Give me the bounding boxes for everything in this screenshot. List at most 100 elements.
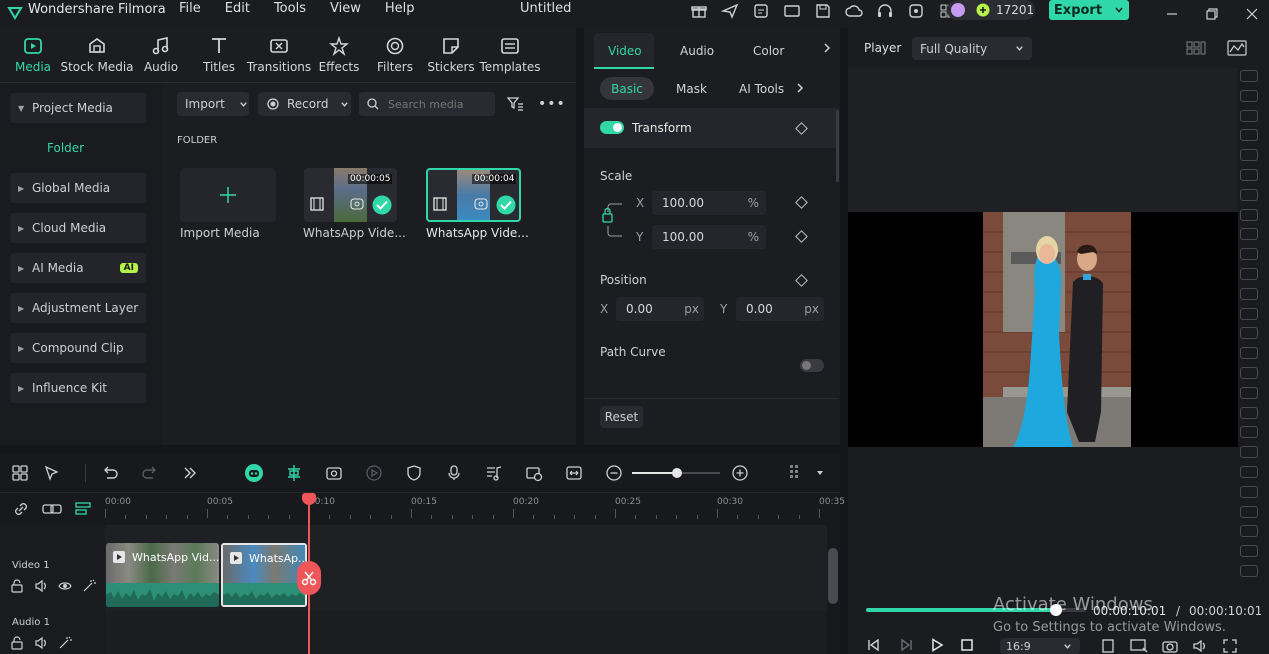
eye-icon[interactable]: [58, 579, 72, 593]
mute-track-icon[interactable]: [34, 636, 48, 650]
snapshot-icon[interactable]: [1162, 638, 1178, 654]
group-icon[interactable]: [42, 500, 62, 518]
import-media-tile[interactable]: [180, 168, 276, 222]
mark-icon[interactable]: [1100, 638, 1116, 654]
lock-track-icon[interactable]: [10, 636, 24, 650]
scale-x-field[interactable]: 100.00 %: [652, 191, 766, 215]
ai-effect-icon[interactable]: [324, 463, 344, 483]
chevron-right-icon[interactable]: [822, 42, 832, 54]
sidebar-item-ai-media[interactable]: ▶ AI Media AI: [10, 253, 146, 283]
save-icon[interactable]: [814, 2, 832, 20]
sidebar-item-influence-kit[interactable]: ▶ Influence Kit: [10, 373, 146, 403]
layout-icon[interactable]: [10, 463, 30, 483]
redo-icon[interactable]: [140, 463, 160, 483]
link-lock-icon[interactable]: [600, 196, 626, 244]
media-item-2[interactable]: 00:00:04: [426, 168, 521, 222]
reset-button[interactable]: Reset: [600, 406, 643, 428]
subtab-ai-tools[interactable]: AI Tools: [739, 82, 784, 96]
magic-icon[interactable]: [58, 636, 72, 650]
sidebar-item-folder[interactable]: Folder: [47, 141, 84, 155]
microphone-icon[interactable]: [444, 463, 464, 483]
media-item-1[interactable]: 00:00:05: [304, 168, 397, 222]
play-icon[interactable]: [930, 638, 944, 652]
tab-color[interactable]: Color: [753, 44, 784, 58]
credits-badge[interactable]: 17201: [947, 0, 1035, 20]
auto-play-icon[interactable]: [364, 463, 384, 483]
import-dropdown[interactable]: Import: [177, 92, 249, 116]
lock-track-icon[interactable]: [10, 579, 24, 593]
sidebar-item-global-media[interactable]: ▶ Global Media: [10, 173, 146, 203]
search-input[interactable]: [388, 97, 493, 111]
tool-transitions[interactable]: Transitions: [247, 30, 311, 80]
headset-icon[interactable]: [876, 2, 894, 20]
caret-down-icon[interactable]: [816, 469, 824, 477]
restore-button[interactable]: [1192, 0, 1232, 28]
aspect-ratio-dropdown[interactable]: 16:9: [1000, 638, 1080, 654]
stop-icon[interactable]: [960, 638, 974, 652]
send-icon[interactable]: [721, 2, 739, 20]
quality-dropdown[interactable]: Full Quality: [912, 37, 1032, 60]
record-dropdown[interactable]: Record: [258, 92, 351, 116]
menu-view[interactable]: View: [330, 1, 361, 16]
notification-icon[interactable]: [907, 2, 925, 20]
export-button[interactable]: Export: [1049, 0, 1129, 20]
sidebar-item-cloud-media[interactable]: ▶ Cloud Media: [10, 213, 146, 243]
timeline-vertical-scrollbar[interactable]: [828, 548, 838, 604]
snap-icon[interactable]: [284, 463, 304, 483]
tool-templates[interactable]: Templates: [479, 30, 541, 80]
split-scissors-button[interactable]: [297, 561, 321, 595]
magic-icon[interactable]: [82, 579, 96, 593]
chevron-right-icon[interactable]: [795, 82, 805, 94]
ai-copy-icon[interactable]: [752, 2, 770, 20]
mute-track-icon[interactable]: [34, 579, 48, 593]
tool-titles[interactable]: Titles: [191, 30, 247, 80]
position-y-field[interactable]: 0.00 px: [736, 297, 824, 321]
tool-filters[interactable]: Filters: [367, 30, 423, 80]
tab-audio[interactable]: Audio: [680, 44, 714, 58]
cloud-upload-icon[interactable]: [845, 2, 863, 20]
screen-icon[interactable]: [783, 2, 801, 20]
subtab-mask[interactable]: Mask: [676, 82, 707, 96]
tab-video[interactable]: Video: [608, 44, 642, 58]
zoom-in-icon[interactable]: [732, 465, 748, 481]
fit-width-icon[interactable]: [564, 463, 584, 483]
timeline-clip-1[interactable]: WhatsApp Vid...: [106, 543, 219, 607]
timeline-clip-2[interactable]: WhatsAp...: [221, 543, 307, 607]
transform-toggle[interactable]: [600, 121, 624, 134]
grid-view-icon[interactable]: [1186, 40, 1206, 56]
menu-help[interactable]: Help: [385, 1, 415, 16]
properties-scrollbar[interactable]: [836, 110, 839, 182]
step-back-icon[interactable]: [866, 638, 882, 652]
select-tool-icon[interactable]: [42, 463, 62, 483]
sidebar-item-compound-clip[interactable]: ▶ Compound Clip: [10, 333, 146, 363]
menu-file[interactable]: File: [179, 1, 201, 16]
track-manager-icon[interactable]: [74, 500, 92, 518]
scale-y-field[interactable]: 100.00 %: [652, 225, 766, 249]
minimize-button[interactable]: [1152, 0, 1192, 28]
filter-icon[interactable]: [506, 95, 524, 113]
gift-icon[interactable]: [690, 2, 708, 20]
tool-stickers[interactable]: Stickers: [423, 30, 479, 80]
shield-icon[interactable]: [404, 463, 424, 483]
path-curve-toggle[interactable]: [800, 359, 824, 372]
close-button[interactable]: [1232, 0, 1269, 28]
undo-icon[interactable]: [100, 463, 120, 483]
clip-speed-icon[interactable]: [524, 463, 544, 483]
menu-tools[interactable]: Tools: [274, 1, 306, 16]
link-icon[interactable]: [12, 500, 30, 518]
music-list-icon[interactable]: [484, 463, 504, 483]
tool-stock-media[interactable]: Stock Media: [60, 30, 134, 80]
tool-effects[interactable]: Effects: [311, 30, 367, 80]
menu-edit[interactable]: Edit: [225, 1, 250, 16]
subtab-basic[interactable]: Basic: [600, 77, 654, 100]
more-options-icon[interactable]: •••: [538, 96, 566, 112]
tool-media[interactable]: Media: [3, 30, 63, 80]
step-forward-icon[interactable]: [898, 638, 914, 652]
time-ruler[interactable]: 00:00 00:05 00:10 00:15 00:20 00:25 00:30 00:35: [105, 493, 845, 525]
search-box[interactable]: [359, 92, 495, 116]
ai-mate-icon[interactable]: [244, 463, 264, 483]
track-height-icon[interactable]: [788, 463, 804, 483]
scopes-icon[interactable]: [1227, 40, 1247, 56]
volume-icon[interactable]: [1192, 638, 1208, 654]
tool-audio[interactable]: Audio: [131, 30, 191, 80]
